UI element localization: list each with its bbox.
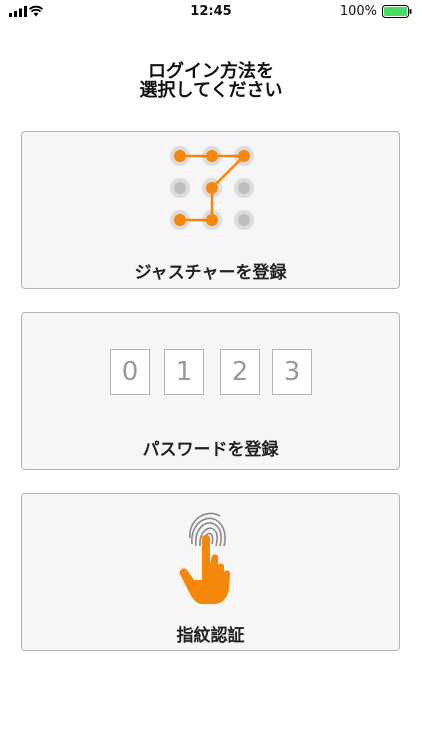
register-password-label: パスワードを登録 bbox=[142, 440, 279, 460]
fingerprint-auth-label: 指紋認証 bbox=[176, 626, 245, 646]
passcode-digits-icon: 0 1 2 3 bbox=[110, 349, 314, 397]
battery-percentage: 100% bbox=[339, 4, 377, 19]
fingerprint-auth-button[interactable]: 指紋認証 bbox=[21, 493, 400, 651]
status-bar: 12:45 100% bbox=[0, 0, 422, 24]
page-title-line-2: 選択してください bbox=[139, 80, 283, 101]
passcode-digit-box: 0 bbox=[110, 349, 150, 395]
fingerprint-hand-icon bbox=[179, 512, 231, 604]
register-password-button[interactable]: 0 1 2 3 パスワードを登録 bbox=[21, 312, 400, 470]
passcode-digit-box: 2 bbox=[220, 349, 260, 395]
passcode-digit-box: 1 bbox=[164, 349, 204, 395]
register-gesture-label: ジャスチャーを登録 bbox=[134, 263, 287, 283]
passcode-digit-box: 3 bbox=[272, 349, 312, 395]
page-title: ログイン方法を 選択してください bbox=[0, 62, 422, 100]
register-gesture-button[interactable]: ジャスチャーを登録 bbox=[21, 131, 400, 289]
page-title-line-1: ログイン方法を bbox=[148, 61, 274, 82]
gesture-pattern-icon bbox=[170, 146, 254, 230]
battery-icon bbox=[382, 5, 412, 18]
